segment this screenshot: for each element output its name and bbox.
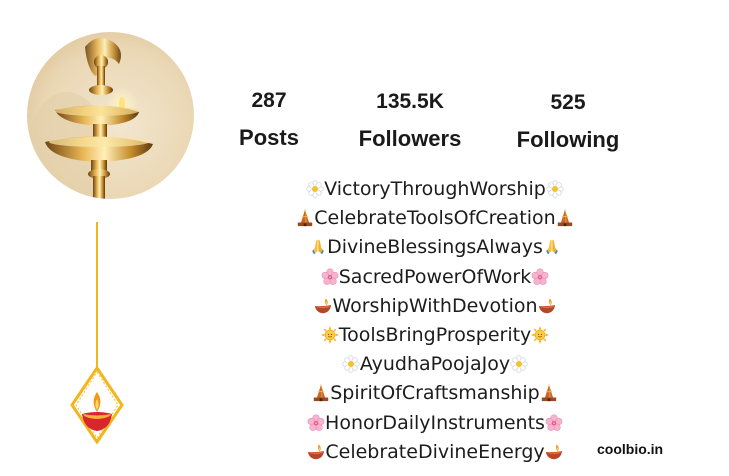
- bio-line-text: WorshipWithDevotion: [332, 294, 538, 317]
- daisy-icon: [546, 180, 564, 198]
- sun-icon: [531, 326, 549, 344]
- bio-line-text: SacredPowerOfWork: [338, 265, 532, 288]
- diya-lamp-icon: [538, 297, 556, 315]
- diya-lamp-icon: [545, 443, 563, 461]
- bio-line: VictoryThroughWorship: [260, 175, 610, 204]
- watermark-label: coolbio.in: [597, 441, 664, 457]
- temple-icon: [540, 384, 558, 402]
- following-label: Following: [516, 127, 620, 152]
- profile-bio: VictoryThroughWorship CelebrateToolsOfCr…: [260, 175, 610, 467]
- bio-line: CelebrateDivineEnergy: [260, 438, 610, 467]
- posts-label: Posts: [239, 125, 299, 150]
- bio-line: AyudhaPoojaJoy: [260, 350, 610, 379]
- bio-line-text: CelebrateDivineEnergy: [325, 440, 545, 463]
- posts-stat[interactable]: 287 Posts: [199, 89, 339, 151]
- bio-line-text: SpiritOfCraftsmanship: [330, 382, 540, 405]
- temple-icon: [556, 209, 574, 227]
- following-stat[interactable]: 525 Following: [498, 91, 638, 153]
- bio-line-text: DivineBlessingsAlways: [327, 236, 543, 259]
- cherry-blossom-icon: [531, 268, 549, 286]
- bio-line: SacredPowerOfWork: [260, 263, 610, 292]
- bio-line: CelebrateToolsOfCreation: [260, 204, 610, 233]
- folded-hands-icon: [309, 238, 327, 256]
- daisy-icon: [306, 180, 324, 198]
- bio-line-text: CelebrateToolsOfCreation: [314, 207, 556, 230]
- following-count: 525: [550, 91, 586, 114]
- bio-line: SpiritOfCraftsmanship: [260, 379, 610, 408]
- diya-lamp-icon: [314, 297, 332, 315]
- brass-oil-lamp-photo: [27, 32, 194, 199]
- temple-icon: [312, 384, 330, 402]
- profile-avatar[interactable]: [27, 32, 194, 199]
- cherry-blossom-icon: [321, 268, 339, 286]
- sun-icon: [321, 326, 339, 344]
- posts-count: 287: [251, 89, 287, 112]
- followers-stat[interactable]: 135.5K Followers: [340, 90, 480, 152]
- bio-line: ToolsBringProsperity: [260, 321, 610, 350]
- bio-line: HonorDailyInstruments: [260, 409, 610, 438]
- folded-hands-icon: [543, 238, 561, 256]
- diya-lamp-icon: [307, 443, 325, 461]
- temple-icon: [296, 209, 314, 227]
- cherry-blossom-icon: [307, 414, 325, 432]
- bio-line-text: HonorDailyInstruments: [325, 411, 545, 434]
- bio-line-text: VictoryThroughWorship: [324, 178, 546, 200]
- followers-count: 135.5K: [376, 90, 444, 113]
- daisy-icon: [510, 355, 528, 373]
- bio-line-text: AyudhaPoojaJoy: [359, 353, 511, 376]
- bio-line-text: ToolsBringProsperity: [338, 324, 532, 347]
- followers-label: Followers: [358, 126, 462, 151]
- bio-line: DivineBlessingsAlways: [260, 233, 610, 262]
- cherry-blossom-icon: [545, 414, 563, 432]
- hanging-diya-icon: [70, 222, 124, 444]
- daisy-icon: [342, 355, 360, 373]
- bio-line: WorshipWithDevotion: [260, 292, 610, 321]
